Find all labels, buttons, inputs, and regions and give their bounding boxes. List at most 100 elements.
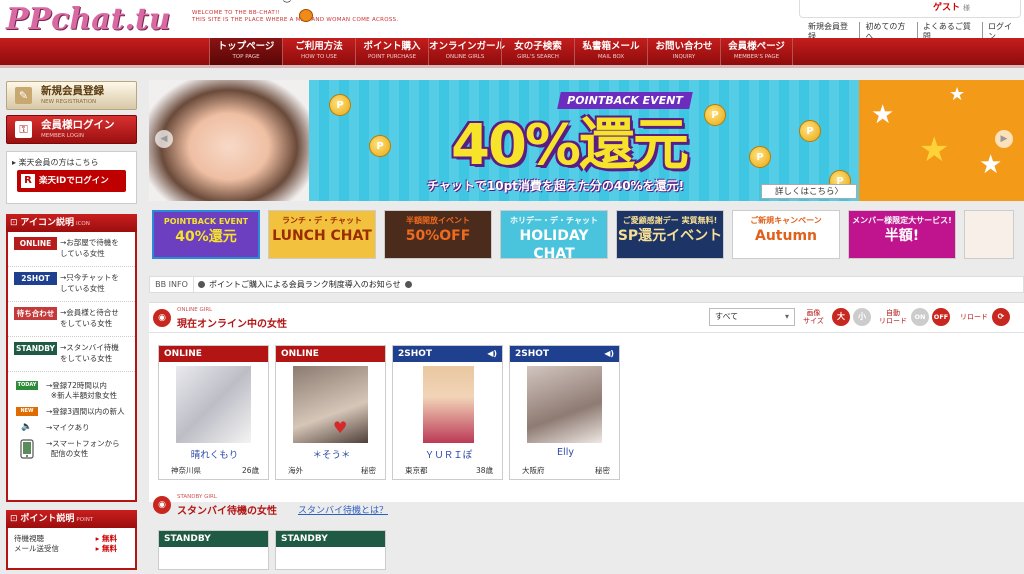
card-status: 2SHOT ◀) <box>510 346 619 362</box>
carousel-next-button[interactable]: ▶ <box>995 130 1013 148</box>
coin-icon: P <box>704 104 726 126</box>
standby-card[interactable]: STANDBY <box>275 530 386 570</box>
girl-name[interactable]: 晴れくもり <box>159 447 270 461</box>
section-title: スタンバイ待機の女性 <box>177 506 277 517</box>
thumb-member-half[interactable]: メンバー様限定大サービス! 半額! <box>848 210 956 259</box>
mic-icon: 🔈 <box>21 422 33 432</box>
girl-card[interactable]: 2SHOT ◀) Elly 大阪府 秘密 <box>509 345 620 480</box>
girl-name[interactable]: ＹＵＲＩぽ <box>393 447 504 461</box>
star-icon: ★ <box>919 130 950 170</box>
banner-subline: チャットで10pt消費を超えた分の40%を還元! <box>427 179 685 193</box>
thumb-girl-photo[interactable] <box>964 210 1014 259</box>
point-panel-header: ⊡ ポイント説明 POINT <box>6 510 137 528</box>
standby-card[interactable]: STANDBY <box>158 530 269 570</box>
star-icon: ★ <box>871 100 895 130</box>
pointback-banner[interactable]: P P P P P P POINTBACK EVENT 40%還元 チャットで1… <box>309 80 859 201</box>
girl-area: 神奈川県 <box>171 466 201 475</box>
bullet-icon <box>198 281 205 288</box>
thumb-holiday-chat[interactable]: ホリデー・デ・チャット HOLIDAY CHAT <box>500 210 608 259</box>
new-icon: NEW <box>16 407 38 416</box>
banner-thumbnails: POINTBACK EVENT 40%還元 ランチ・デ・チャット LUNCH CHA… <box>152 210 1014 259</box>
thumb-pointback[interactable]: POINTBACK EVENT 40%還元 <box>152 210 260 259</box>
key-icon: ⚿ <box>15 121 32 138</box>
girl-card-list: ONLINE 晴れくもり 神奈川県 26歳 ONLINE ♥ ＊そう＊ 海外 秘密 … <box>158 345 620 480</box>
card-status: ONLINE <box>276 346 385 362</box>
today-icon: TODAY <box>16 381 38 390</box>
twoshot-badge: 2SHOT <box>14 272 57 285</box>
rakuten-note: ▸ 楽天会員の方はこちら <box>12 158 99 167</box>
point-row: メール送受信 ▸ 無料 <box>14 544 117 553</box>
site-header: PPchat.tu WELCOME TO THE BB-CHAT!! THIS … <box>0 0 1024 42</box>
icon-legend-panel: ⊡ アイコン説明 ICON ONLINE →お部屋で待機を している女性 2SHOT… <box>6 214 137 502</box>
smartphone-icon <box>16 439 38 459</box>
pumpkin-icon <box>299 9 313 22</box>
bb-info-bar: BB INFO ポイントご購入による会員ランク制度導入のお知らせ <box>149 276 1024 293</box>
machiawase-badge: 待ち合わせ <box>14 307 57 320</box>
thumb-autumn-campaign[interactable]: ご新規キャンペーン Autumn <box>732 210 840 259</box>
point-panel: ⊡ ポイント説明 POINT 待機視聴 ▸ 無料 メール送受信 ▸ 無料 <box>6 510 137 570</box>
nav-online-girls[interactable]: オンラインガール ONLINE GIRLS <box>428 38 505 65</box>
speaker-icon: ◀) <box>487 349 497 358</box>
girl-name[interactable]: Elly <box>510 447 621 458</box>
card-status: STANDBY <box>276 531 385 547</box>
girl-name[interactable]: ＊そう＊ <box>276 447 387 461</box>
girl-photo[interactable] <box>423 366 474 443</box>
girl-photo[interactable] <box>176 366 251 443</box>
image-size-large-button[interactable]: 大 <box>832 308 850 326</box>
standby-girls-section: ◉ STANDBY GIRL スタンバイ待機の女性 スタンバイ待機とは？ STA… <box>149 494 1024 574</box>
nav-inquiry[interactable]: お問い合わせ INQUIRY <box>647 38 720 65</box>
rss-icon: ◉ <box>153 309 171 327</box>
girl-card[interactable]: ONLINE ♥ ＊そう＊ 海外 秘密 <box>275 345 386 480</box>
standby-help-link[interactable]: スタンバイ待機とは？ <box>298 503 388 516</box>
rakuten-logo-icon: R <box>21 174 35 188</box>
member-login-button[interactable]: ⚿ 会員様ログイン MEMBER LOGIN <box>6 115 137 144</box>
hero-banner-carousel[interactable]: P P P P P P POINTBACK EVENT 40%還元 チャットで1… <box>149 80 1024 201</box>
image-size-small-button[interactable]: 小 <box>853 308 871 326</box>
bb-info-link[interactable]: ポイントご購入による会員ランク制度導入のお知らせ <box>209 280 401 289</box>
banner-girl-photo <box>149 80 309 201</box>
thumb-lunch-chat[interactable]: ランチ・デ・チャット LUNCH CHAT <box>268 210 376 259</box>
auto-reload-label: 自動 リロード <box>879 309 907 325</box>
girl-age: 26歳 <box>241 466 259 475</box>
thumb-sp-event[interactable]: ご愛顧感謝デー 実質無料! SP還元イベント <box>616 210 724 259</box>
heart-icon: ♥ <box>333 418 348 437</box>
girl-age: 38歳 <box>475 466 493 475</box>
nav-top-page[interactable]: トップページ TOP PAGE <box>209 38 282 65</box>
reload-button[interactable]: ⟳ <box>992 308 1010 326</box>
auto-reload-on-button[interactable]: ON <box>911 308 929 326</box>
legend-2shot: 2SHOT →只今チャットを している女性 <box>8 267 135 302</box>
guest-status: ゲスト様 <box>799 0 1021 18</box>
auto-reload-off-button[interactable]: OFF <box>932 308 950 326</box>
nav-members-page[interactable]: 会員様ページ MEMBER'S PAGE <box>720 38 793 65</box>
legend-mic: 🔈 →マイクあり <box>8 417 135 433</box>
star-icon: ★ <box>979 150 1003 180</box>
nav-how-to-use[interactable]: ご利用方法 HOW TO USE <box>282 38 355 65</box>
register-button[interactable]: ✎ 新規会員登録 NEW REGISTRATION <box>6 81 137 110</box>
thumb-half-price[interactable]: 半額開放イベント 50%OFF <box>384 210 492 259</box>
reload-label: リロード <box>960 313 988 321</box>
legend-standby: STANDBY →スタンバイ待機 をしている女性 <box>8 337 135 372</box>
standby-badge: STANDBY <box>14 342 57 355</box>
bat-decoration-icon: ︶ <box>283 0 291 9</box>
girl-card[interactable]: 2SHOT ◀) ＹＵＲＩぽ 東京都 38歳 <box>392 345 503 480</box>
banner-more-button[interactable]: 詳しくはこちら〉 <box>761 184 857 199</box>
rakuten-login-button[interactable]: R 楽天IDでログイン <box>17 170 126 192</box>
girl-age: 秘密 <box>595 466 610 475</box>
bullet-icon <box>404 281 412 288</box>
carousel-prev-button[interactable]: ◀ <box>155 130 173 148</box>
filter-select[interactable]: すべて <box>709 308 795 326</box>
nav-mail-box[interactable]: 私書箱メール MAIL BOX <box>574 38 647 65</box>
coin-icon: P <box>799 120 821 142</box>
site-logo[interactable]: PPchat.tu <box>6 2 171 37</box>
user-plus-icon: ✎ <box>15 87 32 104</box>
sidebar: ✎ 新規会員登録 NEW REGISTRATION ⚿ 会員様ログイン MEMB… <box>6 81 137 570</box>
banner-headline: 40%還元 <box>451 113 689 178</box>
rakuten-login-box: ▸ 楽天会員の方はこちら R 楽天IDでログイン <box>6 151 137 204</box>
girl-photo[interactable] <box>527 366 602 443</box>
nav-point-purchase[interactable]: ポイント購入 POINT PURCHASE <box>355 38 428 65</box>
coin-icon: P <box>749 146 771 168</box>
card-status: 2SHOT ◀) <box>393 346 502 362</box>
girl-card[interactable]: ONLINE 晴れくもり 神奈川県 26歳 <box>158 345 269 480</box>
nav-girls-search[interactable]: 女の子検索 GIRL'S SEARCH <box>501 38 574 65</box>
girl-photo[interactable]: ♥ <box>293 366 368 443</box>
